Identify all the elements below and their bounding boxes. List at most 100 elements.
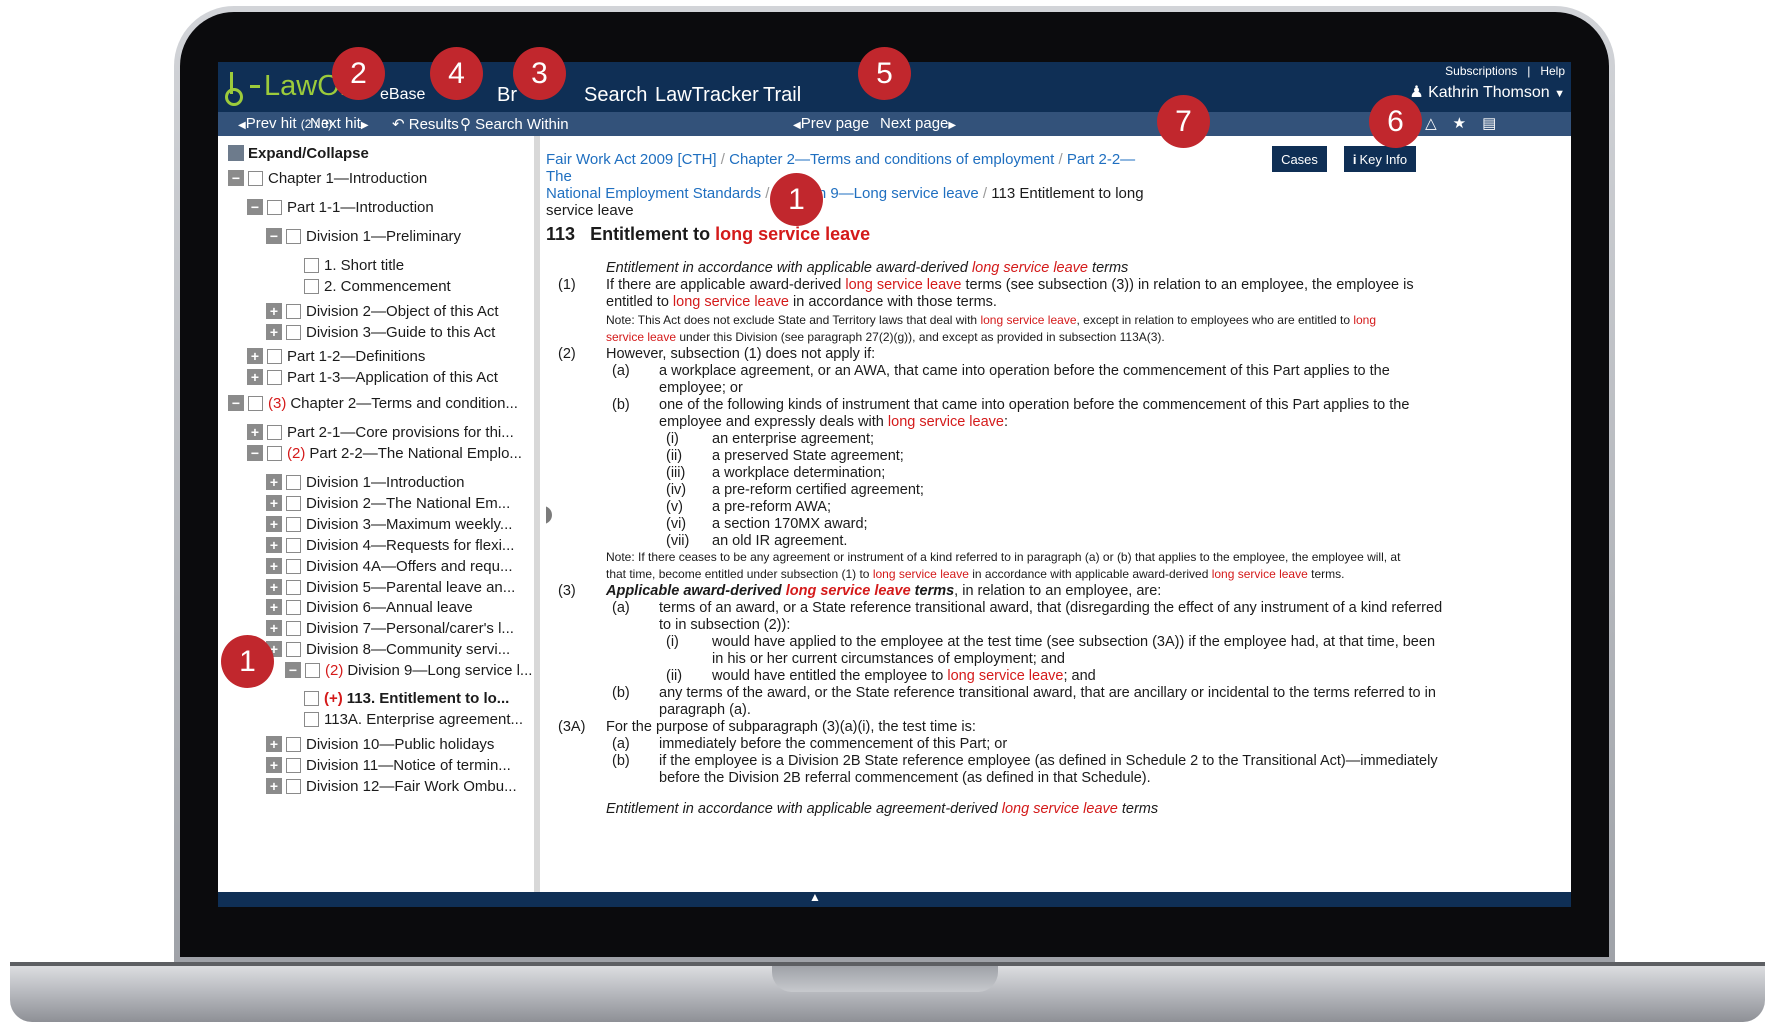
tree-checkbox[interactable] (286, 579, 301, 595)
collapse-minus-icon[interactable]: − (285, 662, 301, 678)
tree-checkbox[interactable] (267, 369, 282, 385)
nav-ebase[interactable]: eBase (380, 86, 425, 104)
cases-button[interactable]: Cases (1272, 146, 1327, 172)
next-page-button[interactable]: Next page▶ (880, 115, 956, 132)
tree-checkbox[interactable] (267, 199, 282, 215)
tree-checkbox[interactable] (304, 711, 319, 727)
print-icon[interactable]: ▤ (1482, 114, 1496, 132)
tree-item[interactable]: + Division 1—Introduction (266, 472, 464, 492)
collapse-minus-icon[interactable]: − (247, 199, 263, 215)
expand-plus-icon[interactable]: + (266, 558, 282, 574)
results-button[interactable]: ↶ Results (392, 115, 459, 133)
tree-checkbox[interactable] (286, 736, 301, 752)
nav-trail[interactable]: Trail (763, 84, 801, 107)
tree-item[interactable]: − Chapter 1—Introduction (228, 168, 427, 188)
tree-checkbox[interactable] (286, 558, 301, 574)
tree-checkbox[interactable] (286, 324, 301, 340)
expand-plus-icon[interactable]: + (266, 324, 282, 340)
expand-plus-icon[interactable]: + (266, 579, 282, 595)
tree-checkbox[interactable] (286, 516, 301, 532)
tree-item[interactable]: + Division 4—Requests for flexi... (266, 535, 514, 555)
expand-plus-icon[interactable]: + (266, 599, 282, 615)
expand-plus-icon[interactable]: + (266, 620, 282, 636)
breadcrumb-act[interactable]: Fair Work Act 2009 [CTH] (546, 151, 717, 168)
tree-checkbox[interactable] (286, 495, 301, 511)
expand-plus-icon[interactable]: + (247, 369, 263, 385)
tree-checkbox[interactable] (305, 662, 320, 678)
search-within-button[interactable]: ⚲ Search Within (460, 115, 569, 133)
tree-checkbox[interactable] (286, 537, 301, 553)
tree-checkbox[interactable] (304, 257, 319, 273)
subscriptions-help-links[interactable]: Subscriptions | Help (1409, 64, 1565, 78)
tree-item-label: Part 2-1—Core provisions for thi... (287, 423, 514, 441)
tree-item[interactable]: + Division 3—Maximum weekly... (266, 514, 512, 534)
tree-item[interactable]: + Division 3—Guide to this Act (266, 322, 495, 342)
tree-item[interactable]: + Division 2—Object of this Act (266, 301, 499, 321)
collapse-minus-icon[interactable]: − (228, 395, 244, 411)
tree-checkbox[interactable] (304, 690, 319, 706)
tree-item[interactable]: + Division 5—Parental leave an... (266, 577, 515, 597)
tree-checkbox[interactable] (248, 395, 263, 411)
tree-checkbox[interactable] (286, 303, 301, 319)
collapse-minus-icon[interactable]: − (228, 170, 244, 186)
tree-item[interactable]: − (3) Chapter 2—Terms and condition... (228, 393, 518, 413)
tree-item[interactable]: + Division 8—Community servi... (266, 639, 510, 659)
expand-plus-icon[interactable]: + (266, 757, 282, 773)
tree-checkbox[interactable] (286, 474, 301, 490)
star-icon[interactable]: ★ (1453, 114, 1466, 132)
expand-plus-icon[interactable]: + (266, 537, 282, 553)
collapse-minus-icon[interactable]: − (266, 228, 282, 244)
tree-item[interactable]: + Part 1-2—Definitions (247, 346, 425, 366)
tree-item[interactable]: + Division 4A—Offers and requ... (266, 556, 512, 576)
tree-item[interactable]: − (2) Division 9—Long service l... (285, 660, 532, 680)
tree-checkbox[interactable] (286, 620, 301, 636)
tree-checkbox[interactable] (286, 599, 301, 615)
tree-checkbox[interactable] (267, 424, 282, 440)
nav-lawtracker[interactable]: LawTracker (655, 84, 759, 107)
expand-plus-icon[interactable]: + (247, 424, 263, 440)
tree-item[interactable]: 2. Commencement (304, 276, 451, 296)
expand-plus-icon[interactable]: + (247, 348, 263, 364)
key-info-button[interactable]: i Key Info (1344, 146, 1416, 172)
breadcrumb-chapter[interactable]: Chapter 2—Terms and conditions of employ… (729, 151, 1054, 168)
tree-item[interactable]: 1. Short title (304, 255, 404, 275)
breadcrumb-part-cont[interactable]: National Employment Standards (546, 185, 761, 202)
tree-item[interactable]: + Division 7—Personal/carer's l... (266, 618, 514, 638)
expand-plus-icon[interactable]: + (266, 736, 282, 752)
expand-plus-icon[interactable]: + (266, 303, 282, 319)
tree-checkbox[interactable] (267, 445, 282, 461)
tree-item[interactable]: + Division 6—Annual leave (266, 597, 473, 617)
next-hit-button[interactable]: Next hit▶ (310, 115, 369, 132)
expand-plus-icon[interactable]: + (266, 778, 282, 794)
bell-icon[interactable]: △ (1425, 114, 1437, 132)
tree-item[interactable]: (+) 113. Entitlement to lo... (304, 688, 509, 708)
tree-item[interactable]: − (2) Part 2-2—The National Emplo... (247, 443, 522, 463)
tree-checkbox[interactable] (304, 278, 319, 294)
bottom-bar[interactable]: ▲ (218, 890, 1571, 907)
tree-item[interactable]: + Division 2—The National Em... (266, 493, 510, 513)
expand-plus-icon[interactable]: + (266, 495, 282, 511)
tree-item[interactable]: + Part 2-1—Core provisions for thi... (247, 422, 514, 442)
nav-browse[interactable]: Br (497, 84, 517, 107)
tree-checkbox[interactable] (286, 757, 301, 773)
nav-search[interactable]: Search (584, 84, 647, 107)
tree-item[interactable]: + Division 10—Public holidays (266, 734, 494, 754)
tree-item[interactable]: 113A. Enterprise agreement... (304, 709, 523, 729)
tree-item[interactable]: + Division 12—Fair Work Ombu... (266, 776, 517, 796)
tree-checkbox[interactable] (267, 348, 282, 364)
user-menu[interactable]: ♟ Kathrin Thomson ▼ (1409, 82, 1565, 102)
tree-item[interactable]: − Part 1-1—Introduction (247, 197, 434, 217)
expand-plus-icon[interactable]: + (266, 516, 282, 532)
tree-checkbox[interactable] (248, 170, 263, 186)
tree-checkbox[interactable] (286, 641, 301, 657)
tree-item[interactable]: + Part 1-3—Application of this Act (247, 367, 498, 387)
collapse-minus-icon[interactable]: − (247, 445, 263, 461)
expand-collapse-toggle[interactable]: Expand/Collapse (228, 143, 369, 163)
expand-plus-icon[interactable]: + (266, 474, 282, 490)
tree-item[interactable]: + Division 11—Notice of termin... (266, 755, 511, 775)
tree-checkbox[interactable] (286, 778, 301, 794)
tree-checkbox[interactable] (286, 228, 301, 244)
collapse-left-panel-handle[interactable]: ❮ (546, 506, 552, 524)
tree-item[interactable]: − Division 1—Preliminary (266, 226, 461, 246)
prev-page-button[interactable]: ◀Prev page (793, 115, 869, 132)
